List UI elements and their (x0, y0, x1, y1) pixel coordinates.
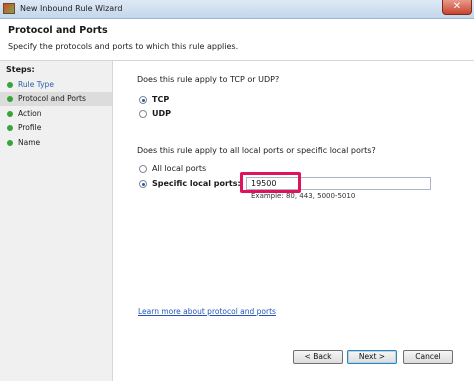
ports-question: Does this rule apply to all local ports … (137, 146, 376, 155)
step-status-icon (7, 140, 13, 146)
window-title: New Inbound Rule Wizard (20, 4, 123, 13)
next-button[interactable]: Next > (347, 350, 397, 364)
annotation-highlight-box (240, 172, 301, 193)
step-label: Rule Type (18, 80, 54, 89)
close-button[interactable]: ✕ (442, 0, 472, 15)
step-label: Protocol and Ports (18, 94, 86, 103)
ports-example-text: Example: 80, 443, 5000-5010 (251, 192, 356, 200)
radio-selected-icon (139, 180, 147, 188)
step-status-icon (7, 125, 13, 131)
page-title: Protocol and Ports (8, 25, 108, 36)
main-content: Does this rule apply to TCP or UDP? TCP … (113, 61, 474, 381)
radio-label-all-ports: All local ports (152, 164, 207, 173)
back-button[interactable]: < Back (293, 350, 343, 364)
page-subtitle: Specify the protocols and ports to which… (8, 42, 239, 51)
radio-unselected-icon (139, 165, 147, 173)
step-protocol-and-ports[interactable]: Protocol and Ports (0, 92, 112, 106)
step-label: Name (18, 138, 41, 147)
protocol-question: Does this rule apply to TCP or UDP? (137, 75, 280, 84)
step-status-icon (7, 111, 13, 117)
step-profile[interactable]: Profile (0, 121, 112, 135)
step-status-icon (7, 82, 13, 88)
page-header: Protocol and Ports Specify the protocols… (0, 19, 474, 61)
step-rule-type[interactable]: Rule Type (0, 78, 112, 92)
step-status-icon (7, 96, 13, 102)
radio-label-tcp: TCP (152, 95, 170, 104)
radio-selected-icon (139, 96, 147, 104)
steps-panel: Steps: Rule Type Protocol and Ports Acti… (0, 61, 113, 381)
cancel-button[interactable]: Cancel (403, 350, 453, 364)
steps-title: Steps: (6, 65, 35, 74)
radio-label-specific-ports: Specific local ports: (152, 179, 241, 188)
step-action[interactable]: Action (0, 107, 112, 121)
step-label: Profile (18, 123, 42, 132)
title-bar: New Inbound Rule Wizard ✕ (0, 0, 474, 19)
step-name[interactable]: Name (0, 136, 112, 150)
radio-label-udp: UDP (152, 109, 171, 118)
firewall-icon (3, 3, 15, 14)
radio-unselected-icon (139, 110, 147, 118)
step-label: Action (18, 109, 42, 118)
learn-more-link[interactable]: Learn more about protocol and ports (138, 307, 276, 316)
